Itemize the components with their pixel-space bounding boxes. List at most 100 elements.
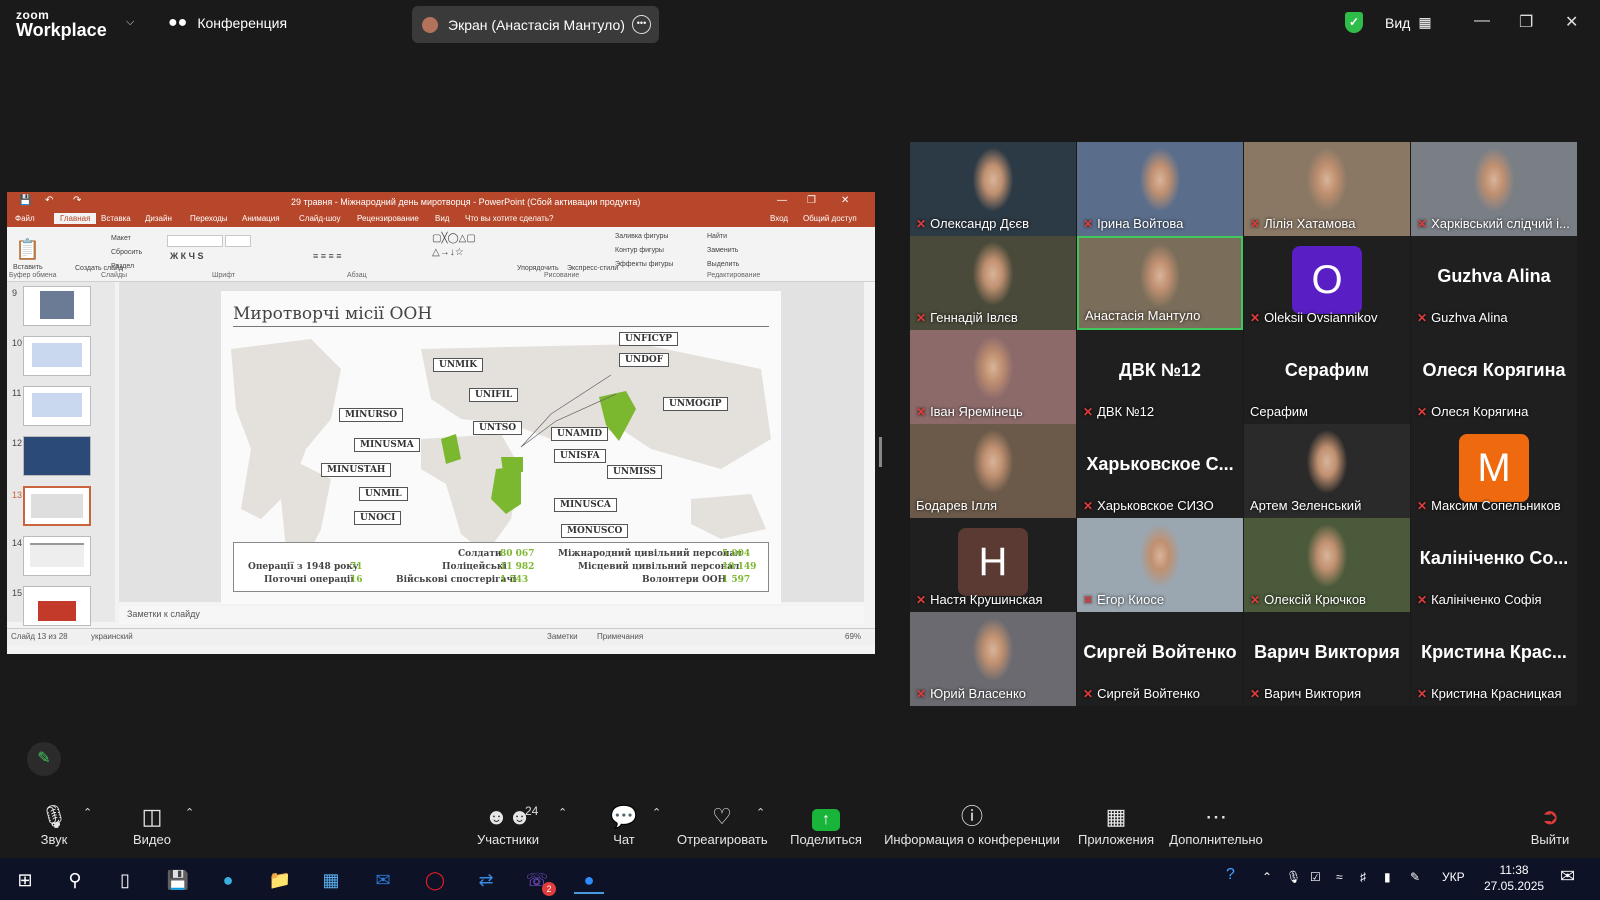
participant-tile[interactable]: ✕ Геннадій Івлєв (910, 236, 1076, 330)
audio-label: Звук (40, 832, 68, 847)
start-icon[interactable]: ⊞ (10, 866, 40, 894)
react-options-caret[interactable]: ⌃ (756, 806, 765, 819)
participant-tile[interactable]: Калініченко Со... ✕ Калініченко Софія (1411, 518, 1577, 612)
participant-tile[interactable]: Харьковское С... ✕ Харьковское СИЗО (1077, 424, 1243, 518)
participant-tile[interactable]: ✕ Іван Яремінець (910, 330, 1076, 424)
file-explorer-icon[interactable]: 📁 (265, 866, 295, 894)
share-button[interactable]: ↑ Поделиться (790, 802, 862, 847)
mic-muted-icon: ✕ (916, 592, 927, 607)
view-button[interactable]: Вид ▦ (1385, 14, 1432, 31)
participant-tile[interactable]: ✕ Юрий Власенко (910, 612, 1076, 706)
participant-tile[interactable]: ✕ Олександр Дєєв (910, 142, 1076, 236)
participant-tile[interactable]: Артем Зеленський (1244, 424, 1410, 518)
participant-tile[interactable]: Кристина Крас... ✕ Кристина Красницкая (1411, 612, 1577, 706)
save-app-icon[interactable]: 💾 (163, 866, 193, 894)
stat-label: Операції з 1948 року (248, 562, 359, 572)
participant-caption: ✕ Настя Крушинская (916, 592, 1043, 607)
volume-icon[interactable]: ♯ (1360, 870, 1366, 884)
more-options-icon[interactable]: ••• (632, 15, 651, 34)
camera-icon: ◫ (141, 804, 163, 829)
chat-options-caret[interactable]: ⌃ (652, 806, 661, 819)
edge-browser-icon[interactable]: ● (213, 866, 243, 894)
participant-name: Бодарев Ілля (916, 498, 998, 513)
ppt-tab: Слайд-шоу (299, 214, 341, 223)
pen-tray-icon[interactable]: ✎ (1410, 870, 1420, 884)
tray-chevron-icon[interactable]: ⌃ (1262, 870, 1272, 884)
chat-button[interactable]: 💬 Чат (605, 802, 643, 847)
ppt-ribbon-tabs: Файл Главная Вставка Дизайн Переходы Ани… (7, 212, 875, 227)
audio-options-caret[interactable]: ⌃ (83, 806, 92, 819)
participant-tile[interactable]: ✕ Ірина Войтова (1077, 142, 1243, 236)
zoom-taskbar-icon[interactable]: ● (574, 866, 604, 894)
participants-label: Участники (476, 832, 540, 847)
encryption-shield-icon[interactable]: ✓ (1345, 12, 1363, 33)
participant-caption: Анастасія Мантуло (1085, 308, 1200, 323)
participant-name: Артем Зеленський (1250, 498, 1362, 513)
participant-tile[interactable]: ✕ Харківський слідчий і... (1411, 142, 1577, 236)
minimize-icon[interactable]: — (1474, 12, 1490, 30)
participant-tile[interactable]: ✕ Олексій Крючков (1244, 518, 1410, 612)
participant-big-name: Guzhva Alina (1437, 266, 1551, 286)
participant-tile[interactable]: Guzhva Alina ✕ Guzhva Alina (1411, 236, 1577, 330)
quick-styles-label: Экспресс-стили (567, 265, 619, 272)
stat-label: Солдати (458, 549, 502, 559)
mic-muted-icon: ✕ (916, 310, 927, 325)
participant-tile[interactable]: ✕ Егор Киосе (1077, 518, 1243, 612)
more-button[interactable]: ⋯ Дополнительно (1168, 802, 1264, 847)
store-icon[interactable]: ▦ (316, 866, 346, 894)
participant-tile[interactable]: Анастасія Мантуло (1077, 236, 1243, 330)
search-icon[interactable]: ⚲ (60, 866, 90, 894)
wifi-icon[interactable]: ≈ (1336, 870, 1343, 884)
help-icon[interactable]: ? (1226, 866, 1235, 884)
participant-big-name: Олеся Корягина (1422, 360, 1566, 380)
keyboard-language[interactable]: УКР (1442, 870, 1465, 884)
participant-tile[interactable]: ✕ Лілія Хатамова (1244, 142, 1410, 236)
mic-muted-icon: 🎙 (40, 804, 68, 829)
participant-caption: ✕ Варич Виктория (1250, 686, 1361, 701)
opera-icon[interactable]: ◯ (420, 866, 450, 894)
conference-button[interactable]: ●● Конференция (168, 14, 287, 32)
ppt-status-bar: Слайд 13 из 28 украинский Заметки Примеч… (7, 628, 875, 645)
teamviewer-icon[interactable]: ⇄ (471, 866, 501, 894)
participant-tile[interactable]: Серафим Серафим (1244, 330, 1410, 424)
section-label: Раздел (111, 263, 135, 270)
participant-tile[interactable]: H ✕ Настя Крушинская (910, 518, 1076, 612)
panel-splitter[interactable] (879, 437, 882, 467)
more-label: Дополнительно (1169, 832, 1263, 847)
participants-options-caret[interactable]: ⌃ (558, 806, 567, 819)
participant-tile[interactable]: M ✕ Максим Сопельников (1411, 424, 1577, 518)
close-icon[interactable]: ✕ (1565, 12, 1578, 32)
participant-tile[interactable]: Бодарев Ілля (910, 424, 1076, 518)
notifications-icon[interactable]: ✉ (1560, 866, 1575, 887)
audio-button[interactable]: 🎙 Звук (32, 802, 76, 847)
annotate-pen-icon[interactable]: ✎ (27, 742, 61, 776)
video-button[interactable]: ◫ Видео (130, 802, 174, 847)
task-view-icon[interactable]: ▯ (110, 866, 140, 894)
apps-button[interactable]: ▦ Приложения (1076, 802, 1156, 847)
participant-tile[interactable]: Варич Виктория ✕ Варич Виктория (1244, 612, 1410, 706)
chevron-down-icon[interactable]: ⌵ (126, 16, 134, 29)
participant-avatar: O (1292, 246, 1362, 314)
mic-tray-icon[interactable]: 🎙 (1286, 870, 1301, 884)
video-options-caret[interactable]: ⌃ (185, 806, 194, 819)
mic-muted-icon: ✕ (1083, 686, 1094, 701)
participant-tile[interactable]: Олеся Корягина ✕ Олеся Корягина (1411, 330, 1577, 424)
ribbon-group-label: Редактирование (707, 272, 761, 279)
meeting-info-button[interactable]: ⓘ Информация о конференции (884, 802, 1060, 847)
restore-icon[interactable]: ❐ (1519, 12, 1533, 32)
outlook-icon[interactable]: ✉ (368, 866, 398, 894)
zoom-workplace-logo[interactable]: zoom Workplace (16, 9, 107, 39)
clock[interactable]: 11:38 27.05.2025 (1484, 862, 1544, 894)
leave-button[interactable]: ➲ Выйти (1530, 802, 1570, 847)
screen-share-indicator[interactable]: Экран (Анастасія Мантуло) ••• (412, 6, 659, 43)
participant-tile[interactable]: O ✕ Oleksii Ovsiannikov (1244, 236, 1410, 330)
mission-label: UNOCI (354, 511, 402, 525)
participant-tile[interactable]: Сиргей Войтенко ✕ Сиргей Войтенко (1077, 612, 1243, 706)
mission-label: UNIFIL (469, 388, 519, 402)
shield-tray-icon[interactable]: ☑ (1310, 870, 1321, 884)
mission-label: MONUSCO (561, 524, 629, 538)
react-button[interactable]: ♡ Отреагировать (677, 802, 768, 847)
share-label: Поделиться (790, 832, 862, 847)
battery-icon[interactable]: ▮ (1384, 870, 1391, 884)
participant-tile[interactable]: ДВК №12 ✕ ДВК №12 (1077, 330, 1243, 424)
